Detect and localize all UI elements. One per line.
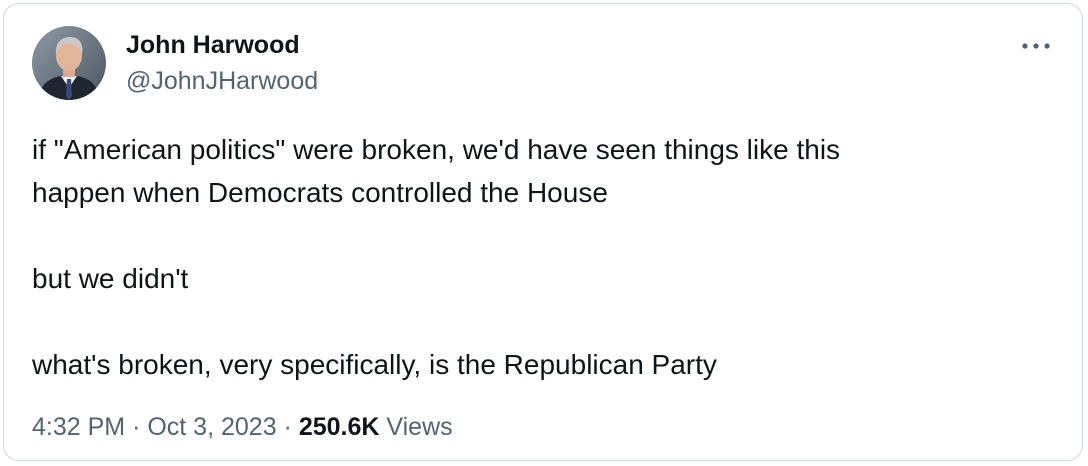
tweet-text: if "American politics" were broken, we'd… — [32, 128, 1032, 386]
avatar[interactable] — [32, 26, 106, 100]
avatar-image — [32, 26, 106, 100]
views-label: Views — [386, 413, 453, 441]
timestamp-link[interactable]: 4:32 PM · Oct 3, 2023 — [32, 413, 277, 441]
meta-separator: · — [132, 413, 141, 441]
meta-separator: · — [283, 413, 292, 441]
more-options-button[interactable] — [1016, 30, 1056, 62]
author-name[interactable]: John Harwood — [126, 30, 300, 60]
author-handle[interactable]: @JohnJHarwood — [126, 66, 318, 96]
tweet-line: what's broken, very specifically, is the… — [32, 349, 717, 380]
tweet-card: John Harwood @JohnJHarwood if "American … — [3, 3, 1083, 461]
tweet-line: happen when Democrats controlled the Hou… — [32, 177, 608, 208]
more-dots-icon — [1022, 43, 1050, 49]
tweet-line: if "American politics" were broken, we'd… — [32, 134, 841, 165]
tweet-date: Oct 3, 2023 — [147, 413, 277, 441]
tweet-time: 4:32 PM — [32, 413, 126, 441]
tweet-meta: 4:32 PM · Oct 3, 2023 · 250.6K Views — [32, 412, 453, 442]
views-count: 250.6K — [298, 413, 380, 441]
tweet-line: but we didn't — [32, 263, 189, 294]
